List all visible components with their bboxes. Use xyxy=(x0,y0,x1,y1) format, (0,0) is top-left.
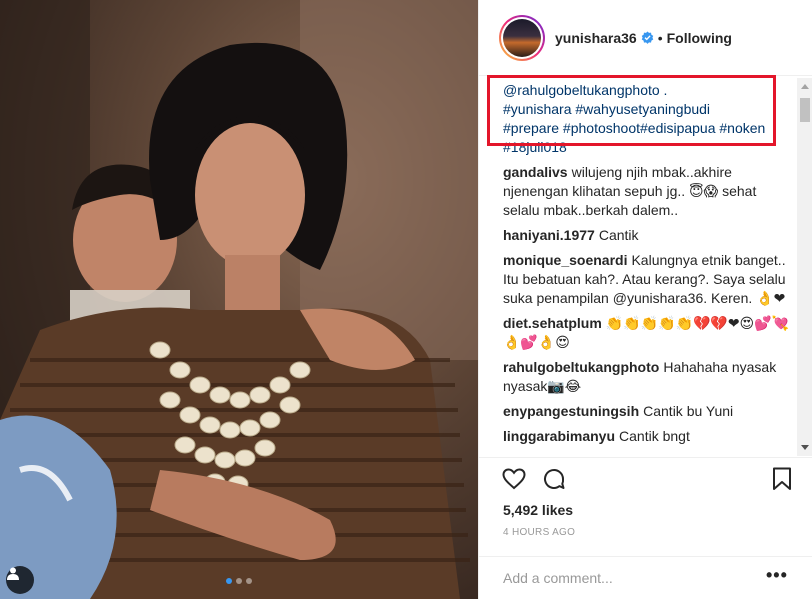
add-comment-bar: ••• xyxy=(479,556,812,599)
comment-input[interactable] xyxy=(503,567,743,589)
comment-text: Cantik bu Yuni xyxy=(643,403,734,419)
post-timestamp[interactable]: 4 HOURS AGO xyxy=(503,527,575,538)
scrollbar-thumb[interactable] xyxy=(800,98,810,122)
comment-username[interactable]: diet.sehatplum xyxy=(503,315,602,331)
carousel-dot-active xyxy=(226,578,232,584)
post-details-panel: yunishara36 • Following @rahulgobeltukan… xyxy=(478,0,812,599)
likes-count[interactable]: 5,492 likes xyxy=(503,502,573,518)
comment-item: rahulgobeltukangphoto Hahahaha nyasak nya… xyxy=(503,358,789,396)
photo-illustration xyxy=(0,0,478,599)
comment-username[interactable]: rahulgobeltukangphoto xyxy=(503,359,659,375)
more-options-button[interactable]: ••• xyxy=(766,565,788,586)
post-actions: 5,492 likes 4 HOURS AGO ••• xyxy=(479,457,812,599)
bookmark-icon[interactable] xyxy=(769,466,795,492)
username-link[interactable]: yunishara36 xyxy=(555,30,637,46)
post-photo[interactable] xyxy=(0,0,478,599)
comment-text: Cantik bngt xyxy=(619,428,690,444)
comment-text: Cantik xyxy=(598,227,639,243)
scroll-up-arrow[interactable] xyxy=(801,84,809,89)
following-button[interactable]: Following xyxy=(667,30,732,46)
carousel-dot xyxy=(246,578,252,584)
post-header: yunishara36 • Following xyxy=(479,0,812,76)
comments-scrollbar[interactable] xyxy=(797,78,812,456)
verified-badge-icon xyxy=(641,31,653,44)
comment-item: linggarabimanyu Cantik bngt xyxy=(503,427,789,446)
comment-item: monique_soenardi Kalungnya etnik banget..… xyxy=(503,251,789,308)
comment-username[interactable]: haniyani.1977 xyxy=(503,227,595,243)
comment-item: diet.sehatplum 👏👏👏👏👏💔💔❤😍💕💘👌💕👌😍 xyxy=(503,314,789,352)
comment-username[interactable]: gandalivs xyxy=(503,164,568,180)
comment-item: haniyani.1977 Cantik xyxy=(503,226,789,245)
comment-username[interactable]: enypangestuningsih xyxy=(503,403,639,419)
scroll-down-arrow[interactable] xyxy=(801,445,809,450)
carousel-dot xyxy=(236,578,242,584)
comment-username[interactable]: linggarabimanyu xyxy=(503,428,615,444)
comment-username[interactable]: monique_soenardi xyxy=(503,252,627,268)
highlight-annotation-box xyxy=(487,75,776,146)
avatar[interactable] xyxy=(499,14,545,61)
comment-icon[interactable] xyxy=(541,466,567,492)
comment-item: enypangestuningsih Cantik bu Yuni xyxy=(503,402,789,421)
heart-icon[interactable] xyxy=(501,466,527,492)
comment-item: gandalivs wilujeng njih mbak..akhire njen… xyxy=(503,163,789,220)
carousel-indicator xyxy=(226,578,252,584)
person-tag-icon[interactable] xyxy=(6,566,34,594)
separator-dot: • xyxy=(657,29,663,46)
